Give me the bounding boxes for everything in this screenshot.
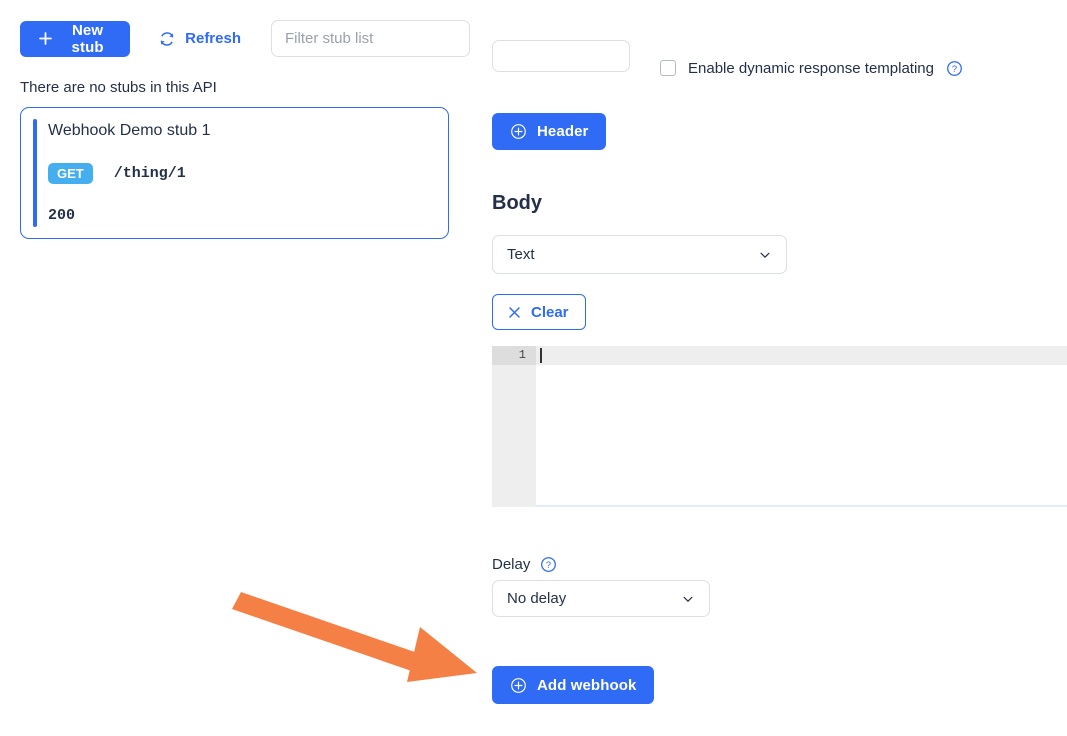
new-stub-label: New stub <box>71 21 104 56</box>
add-header-label: Header <box>537 123 589 140</box>
dynamic-templating-row[interactable]: Enable dynamic response templating ? <box>660 56 963 80</box>
help-icon[interactable]: ? <box>540 556 557 573</box>
stub-path: /thing/1 <box>113 165 186 182</box>
empty-stub-message: There are no stubs in this API <box>20 79 217 96</box>
stub-status-code: 200 <box>48 207 76 224</box>
plus-icon <box>38 31 53 46</box>
close-icon <box>507 305 522 320</box>
chevron-down-icon <box>758 248 772 262</box>
delay-select[interactable]: No delay <box>492 580 710 617</box>
chevron-down-icon <box>681 592 695 606</box>
editor-line-number: 1 <box>518 348 526 362</box>
editor-active-line-highlight <box>536 346 1067 365</box>
svg-text:?: ? <box>546 560 551 570</box>
stub-title: Webhook Demo stub 1 <box>48 122 211 139</box>
stub-method-row: GET /thing/1 <box>48 163 186 184</box>
refresh-label: Refresh <box>185 30 241 47</box>
refresh-icon <box>158 30 176 48</box>
dynamic-templating-checkbox[interactable] <box>660 60 676 76</box>
stub-list-panel: New stub Refresh There are no stubs in t… <box>0 0 470 736</box>
stub-card[interactable]: Webhook Demo stub 1 GET /thing/1 200 <box>20 107 449 239</box>
refresh-button[interactable]: Refresh <box>158 21 241 57</box>
add-webhook-button[interactable]: Add webhook <box>492 666 655 704</box>
add-webhook-label: Add webhook <box>537 676 637 694</box>
dynamic-templating-label: Enable dynamic response templating <box>688 59 934 77</box>
circle-plus-icon <box>510 123 527 140</box>
stub-method-badge: GET <box>48 163 93 184</box>
svg-text:?: ? <box>952 64 957 74</box>
body-type-value: Text <box>507 246 535 263</box>
filter-stub-input[interactable] <box>271 20 470 57</box>
help-icon[interactable]: ? <box>946 60 963 77</box>
editor-bottom-border <box>536 505 1067 507</box>
delay-label: Delay <box>492 556 531 573</box>
status-code-input-cutoff[interactable] <box>492 40 630 72</box>
body-section-heading: Body <box>492 192 542 214</box>
editor-gutter: 1 <box>492 346 536 507</box>
circle-plus-icon <box>510 677 527 694</box>
delay-label-row: Delay ? <box>492 556 557 573</box>
clear-body-button[interactable]: Clear <box>492 294 586 330</box>
clear-label: Clear <box>531 303 569 321</box>
editor-caret <box>540 348 542 363</box>
new-stub-button[interactable]: New stub <box>20 20 131 57</box>
stub-toolbar: New stub Refresh <box>20 20 470 57</box>
stub-accent-bar <box>33 119 37 227</box>
add-header-button[interactable]: Header <box>492 113 607 150</box>
stub-editor-panel: Enable dynamic response templating ? Hea… <box>470 0 1067 736</box>
delay-value: No delay <box>507 590 567 607</box>
body-type-select[interactable]: Text <box>492 235 787 274</box>
body-code-editor[interactable]: 1 <box>492 346 1067 507</box>
